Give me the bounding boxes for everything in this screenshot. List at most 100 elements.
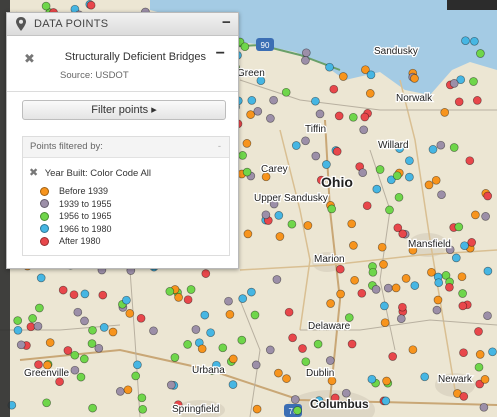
bridge-point[interactable] [405,156,414,166]
bridge-point[interactable] [13,316,23,325]
bridge-point[interactable] [461,36,470,46]
bridge-point[interactable] [261,210,271,220]
bridge-point[interactable] [301,56,310,65]
bridge-point[interactable] [41,1,51,11]
bridge-point[interactable] [458,301,468,311]
bridge-point[interactable] [165,287,175,296]
bridge-point[interactable] [250,310,260,320]
bridge-point[interactable] [437,190,446,200]
bridge-point[interactable] [218,343,228,353]
bridge-point[interactable] [80,289,90,299]
bridge-point[interactable] [433,295,443,305]
remove-filter-button[interactable]: ✖ [29,167,38,179]
bridge-point[interactable] [357,288,367,298]
bridge-point[interactable] [298,344,307,353]
bridge-point[interactable] [481,212,490,221]
bridge-point[interactable] [228,354,238,364]
bridge-point[interactable] [272,275,282,284]
bridge-point[interactable] [424,180,434,190]
bridge-point[interactable] [474,327,483,336]
bridge-point[interactable] [76,372,86,382]
bridge-point[interactable] [388,352,398,361]
bridge-point[interactable] [488,347,497,357]
bridge-point[interactable] [365,89,375,98]
bridge-point[interactable] [367,374,377,384]
bridge-point[interactable] [253,106,263,116]
bridge-point[interactable] [383,283,393,293]
bridge-point[interactable] [293,406,302,415]
bridge-point[interactable] [133,360,142,370]
bridge-point[interactable] [483,191,493,201]
bridge-point[interactable] [16,340,26,350]
bridge-point[interactable] [460,241,469,251]
bridge-point[interactable] [269,95,278,105]
bridge-point[interactable] [282,374,291,383]
bridge-point[interactable] [451,253,461,263]
bridge-point[interactable] [35,303,44,313]
bridge-point[interactable] [183,295,193,305]
bridge-point[interactable] [393,223,403,233]
bridge-point[interactable] [459,392,469,401]
bridge-point[interactable] [243,229,253,239]
bridge-point[interactable] [334,111,344,121]
remove-layer-button[interactable]: ✖ [24,51,35,67]
bridge-point[interactable] [410,281,420,290]
panel-collapse-button[interactable]: − [222,15,231,30]
bridge-point[interactable] [42,398,51,408]
bridge-point[interactable] [123,385,133,395]
bridge-point[interactable] [420,372,430,382]
bridge-point[interactable] [454,97,464,107]
bridge-point[interactable] [467,238,477,247]
bridge-point[interactable] [459,348,468,358]
bridge-point[interactable] [88,325,97,335]
bridge-point[interactable] [336,289,345,299]
bridge-point[interactable] [79,354,89,364]
bridge-point[interactable] [98,290,108,300]
bridge-point[interactable] [201,269,211,278]
bridge-point[interactable] [458,289,467,298]
bridge-point[interactable] [166,380,176,390]
bridge-point[interactable] [341,388,351,398]
bridge-point[interactable] [174,293,183,302]
bridge-point[interactable] [360,112,370,122]
bridge-point[interactable] [348,112,358,122]
bridge-point[interactable] [445,282,454,292]
layer-collapse-button[interactable]: − [216,45,225,63]
bridge-point[interactable] [242,167,252,177]
bridge-point[interactable] [69,290,79,300]
bridge-point[interactable] [63,346,73,355]
bridge-point[interactable] [401,274,411,283]
bridge-point[interactable] [326,299,335,308]
bridge-point[interactable] [206,328,215,338]
bridge-point[interactable] [281,87,291,97]
bridge-point[interactable] [382,376,391,386]
bridge-point[interactable] [432,305,442,315]
bridge-point[interactable] [457,272,467,282]
bridge-point[interactable] [475,350,485,359]
bridge-point[interactable] [368,267,378,277]
bridge-point[interactable] [73,307,83,317]
bridge-point[interactable] [434,278,444,288]
bridge-point[interactable] [347,219,357,229]
bridge-point[interactable] [36,273,46,283]
bridge-point[interactable] [242,139,252,148]
filter-points-button[interactable]: Filter points ▸ [22,100,226,120]
bridge-point[interactable] [472,96,482,105]
bridge-point[interactable] [288,333,297,343]
bridge-point[interactable] [398,302,407,312]
bridge-point[interactable] [301,48,311,58]
bridge-point[interactable] [385,205,394,215]
bridge-point[interactable] [315,109,325,119]
bridge-point[interactable] [405,172,414,182]
bridge-point[interactable] [122,295,131,305]
bridge-point[interactable] [471,210,480,220]
bridge-point[interactable] [427,267,436,277]
bridge-point[interactable] [274,211,284,220]
bridge-point[interactable] [362,201,372,211]
bridge-point[interactable] [224,296,233,306]
bridge-point[interactable] [45,338,55,347]
bridge-point[interactable] [380,318,390,328]
bridge-point[interactable] [449,79,459,88]
bridge-point[interactable] [301,136,310,146]
bridge-point[interactable] [266,114,275,123]
